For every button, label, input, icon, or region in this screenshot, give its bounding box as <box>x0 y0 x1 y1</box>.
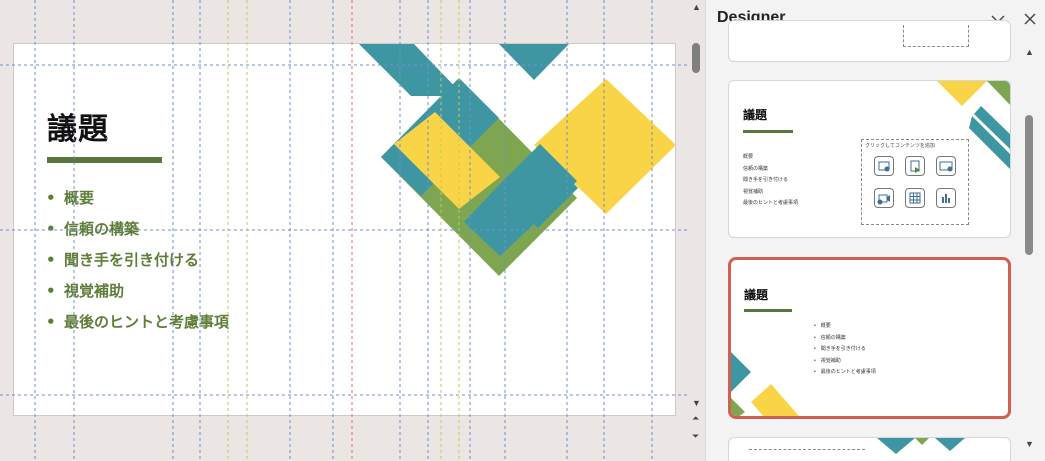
design-suggestion-partial-bottom[interactable] <box>728 437 1011 461</box>
design-suggestion-card[interactable]: 議題 概要 信頼の構築 聞き手を引き付ける 視覚補助 最後のヒントと考慮事項 ク… <box>728 80 1011 238</box>
scrollbar-thumb[interactable] <box>692 43 700 73</box>
card-bullet: 聞き手を引き付ける <box>743 177 789 183</box>
design-suggestion-partial-top[interactable] <box>728 20 1011 62</box>
bullet-item[interactable]: 聞き手を引き付ける <box>44 249 229 280</box>
bullet-item[interactable]: 視覚補助 <box>44 280 229 311</box>
picture-icon[interactable] <box>874 156 894 176</box>
bullet-item[interactable]: 概要 <box>44 187 229 218</box>
card-bullet: 概要 <box>814 321 876 333</box>
scroll-up-arrow-icon[interactable]: ▲ <box>692 2 701 12</box>
design-suggestion-card-selected[interactable]: 議題 概要 信頼の構築 聞き手を引き付ける 視覚補助 最後のヒントと考慮事項 <box>728 257 1011 419</box>
card-bullet-list: 概要 信頼の構築 聞き手を引き付ける 視覚補助 最後のヒントと考慮事項 <box>743 152 798 210</box>
card-bullet: 概要 <box>743 154 754 160</box>
slide-bullet-list[interactable]: 概要 信頼の構築 聞き手を引き付ける 視覚補助 最後のヒントと考慮事項 <box>44 187 229 342</box>
editing-canvas[interactable]: 議題 概要 信頼の構築 聞き手を引き付ける 視覚補助 最後のヒントと考慮事項 <box>0 0 689 461</box>
designer-pane: Designer 議題 概要 信頼の構築 聞き手を引き付ける 視覚補助 最後のヒ… <box>705 0 1045 461</box>
designer-vertical-scrollbar[interactable]: ▲ ▼ <box>1021 40 1037 461</box>
card-bullet: 視覚補助 <box>743 188 764 195</box>
content-placeholder-partial <box>749 449 865 461</box>
content-placeholder[interactable]: クリックしてコンテンツを追加 <box>861 139 969 225</box>
card-title: 議題 <box>743 108 768 122</box>
next-slide-icon[interactable]: ⏷ <box>692 431 699 441</box>
scroll-down-arrow-icon[interactable]: ▼ <box>1025 439 1034 449</box>
card-bullet: 最後のヒントと考慮事項 <box>743 200 799 206</box>
slide[interactable]: 議題 概要 信頼の構築 聞き手を引き付ける 視覚補助 最後のヒントと考慮事項 <box>13 43 676 416</box>
card-bullet-list: 概要 信頼の構築 聞き手を引き付ける 視覚補助 最後のヒントと考慮事項 <box>814 321 876 379</box>
scroll-down-arrow-icon[interactable]: ▼ <box>692 398 701 408</box>
card-title: 議題 <box>744 288 769 302</box>
card-title-underline <box>743 130 793 133</box>
table-icon[interactable] <box>905 188 925 208</box>
card-bullet: 最後のヒントと考慮事項 <box>814 367 876 379</box>
scroll-up-arrow-icon[interactable]: ▲ <box>1025 47 1034 57</box>
stock-image-icon[interactable] <box>936 156 956 176</box>
card-bullet: 信頼の構築 <box>743 165 769 172</box>
placeholder-label: クリックしてコンテンツを追加 <box>865 143 935 149</box>
scrollbar-thumb[interactable] <box>1025 115 1033 255</box>
card-bullet: 視覚補助 <box>814 356 876 368</box>
card-bullet: 信頼の構築 <box>814 333 876 345</box>
video-icon[interactable] <box>874 188 894 208</box>
bullet-item[interactable]: 最後のヒントと考慮事項 <box>44 311 229 342</box>
slide-title[interactable]: 議題 <box>47 104 109 148</box>
previous-slide-icon[interactable]: ⏶ <box>692 413 699 423</box>
card-bullet: 聞き手を引き付ける <box>814 344 876 356</box>
title-underline <box>47 157 162 163</box>
chart-icon[interactable] <box>936 188 956 208</box>
content-placeholder-partial <box>903 25 969 47</box>
bullet-item[interactable]: 信頼の構築 <box>44 218 229 249</box>
icon-insert-icon[interactable] <box>905 156 925 176</box>
card-title-underline <box>744 309 792 312</box>
editor-vertical-scrollbar[interactable]: ▲ ▼ ⏶ ⏷ <box>689 0 705 461</box>
close-icon[interactable] <box>1021 10 1039 28</box>
